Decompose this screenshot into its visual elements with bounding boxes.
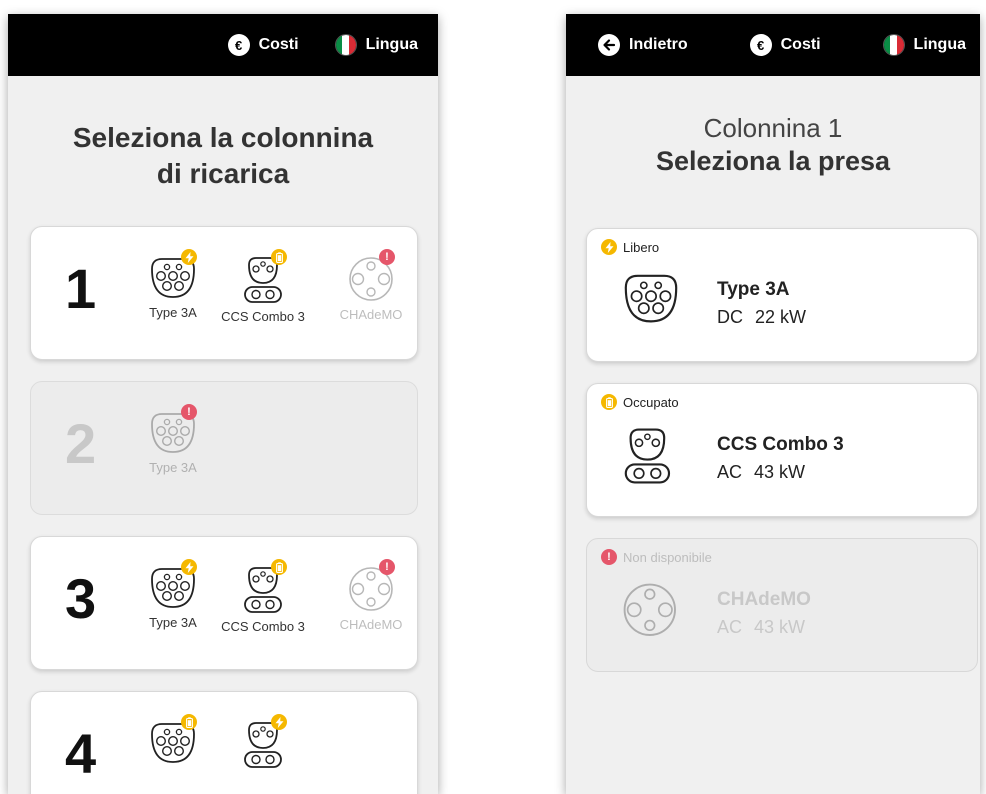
top-bar: € Costi Lingua bbox=[8, 14, 438, 76]
costs-label: Costi bbox=[780, 36, 821, 53]
language-button[interactable]: Lingua bbox=[334, 34, 418, 56]
italy-flag-icon bbox=[882, 34, 905, 56]
bolt-icon bbox=[181, 249, 197, 265]
ccs-connector-icon bbox=[624, 428, 671, 484]
connector-chademo: ! CHAdeMO bbox=[321, 559, 421, 632]
connector-type3a bbox=[123, 714, 223, 770]
connector-type3a: Type 3A bbox=[123, 249, 223, 320]
socket-status: Occupato bbox=[601, 394, 679, 410]
connector-chademo: ! CHAdeMO bbox=[321, 249, 421, 322]
column-card[interactable]: 3 Type 3A CCS Combo 3 ! CHAdeMO bbox=[30, 536, 418, 670]
arrow-left-icon bbox=[598, 34, 620, 56]
socket-status: ! Non disponibile bbox=[601, 549, 712, 565]
power-value: 22 kW bbox=[755, 307, 807, 327]
exclamation-icon: ! bbox=[181, 404, 197, 420]
column-number: 3 bbox=[65, 567, 97, 630]
language-label: Lingua bbox=[365, 36, 418, 53]
costs-button[interactable]: € Costi bbox=[227, 34, 299, 56]
select-socket-title: Seleziona la presa bbox=[655, 146, 891, 176]
socket-icon bbox=[621, 581, 679, 644]
current-type: DC bbox=[717, 307, 743, 327]
bolt-icon bbox=[181, 559, 197, 575]
column-number: 1 bbox=[65, 257, 97, 320]
column-number: 2 bbox=[65, 412, 97, 475]
connector-type3a: Type 3A bbox=[123, 559, 223, 630]
column-number: 4 bbox=[65, 722, 97, 785]
status-label: Occupato bbox=[623, 394, 679, 410]
page-title: Seleziona la colonnina di ricarica bbox=[8, 120, 438, 192]
current-type: AC bbox=[717, 617, 743, 637]
connector-ccs bbox=[213, 714, 313, 774]
column-card: 2 ! Type 3A bbox=[30, 381, 418, 515]
exclamation-icon: ! bbox=[379, 559, 395, 575]
power-value: 43 kW bbox=[754, 617, 806, 637]
connector-ccs: CCS Combo 3 bbox=[213, 559, 313, 634]
socket-name: Type 3A bbox=[717, 279, 790, 300]
type3a-connector-icon bbox=[624, 274, 678, 323]
socket-card[interactable]: Libero Type 3A DC 22 kW bbox=[586, 228, 978, 362]
power-value: 43 kW bbox=[754, 462, 806, 482]
socket-select-screen: Indietro € Costi Lingua Colonnina 1 Sele… bbox=[566, 14, 980, 794]
socket-icon bbox=[621, 426, 674, 491]
battery-icon bbox=[601, 394, 617, 410]
current-type: AC bbox=[717, 462, 743, 482]
socket-card: ! Non disponibile CHAdeMO AC 43 kW bbox=[586, 538, 978, 672]
column-card[interactable]: 1 Type 3A CCS Combo 3 ! CHAdeMO bbox=[30, 226, 418, 360]
socket-name: CHAdeMO bbox=[717, 589, 811, 610]
column-title: Colonnina 1 bbox=[703, 113, 843, 143]
chademo-connector-icon bbox=[623, 583, 676, 636]
italy-flag-icon bbox=[334, 34, 357, 56]
battery-icon bbox=[271, 559, 287, 575]
socket-spec: DC 22 kW bbox=[717, 307, 806, 328]
connector-label: Type 3A bbox=[149, 460, 197, 475]
language-button[interactable]: Lingua bbox=[882, 34, 966, 56]
euro-icon: € bbox=[749, 34, 772, 56]
costs-button[interactable]: € Costi bbox=[749, 34, 821, 56]
exclamation-icon: ! bbox=[379, 249, 395, 265]
page-title: Colonnina 1 Seleziona la presa bbox=[566, 112, 980, 178]
back-button[interactable]: Indietro bbox=[598, 34, 688, 56]
battery-icon bbox=[271, 249, 287, 265]
socket-spec: AC 43 kW bbox=[717, 462, 805, 483]
connector-label: CCS Combo 3 bbox=[221, 309, 305, 324]
top-bar: Indietro € Costi Lingua bbox=[566, 14, 980, 76]
battery-icon bbox=[181, 714, 197, 730]
title-line-2: di ricarica bbox=[156, 158, 290, 189]
bolt-icon bbox=[271, 714, 287, 730]
exclamation-icon: ! bbox=[601, 549, 617, 565]
connector-label: CCS Combo 3 bbox=[221, 619, 305, 634]
socket-card[interactable]: Occupato CCS Combo 3 AC 43 kW bbox=[586, 383, 978, 517]
socket-icon bbox=[621, 271, 681, 331]
connector-label: CHAdeMO bbox=[339, 307, 403, 322]
bolt-icon bbox=[601, 239, 617, 255]
column-card[interactable]: 4 bbox=[30, 691, 418, 794]
euro-icon: € bbox=[227, 34, 250, 56]
connector-label: CHAdeMO bbox=[339, 617, 403, 632]
connector-label: Type 3A bbox=[149, 615, 197, 630]
socket-spec: AC 43 kW bbox=[717, 617, 805, 638]
connector-label: Type 3A bbox=[149, 305, 197, 320]
connector-type3a: ! Type 3A bbox=[123, 404, 223, 475]
socket-status: Libero bbox=[601, 239, 659, 255]
costs-label: Costi bbox=[258, 36, 299, 53]
status-label: Libero bbox=[623, 239, 660, 255]
socket-name: CCS Combo 3 bbox=[717, 434, 844, 455]
title-line-1: Seleziona la colonnina bbox=[72, 122, 374, 153]
connector-ccs: CCS Combo 3 bbox=[213, 249, 313, 324]
back-label: Indietro bbox=[629, 36, 688, 53]
status-label: Non disponibile bbox=[623, 549, 712, 565]
column-select-screen: € Costi Lingua Seleziona la colonnina di… bbox=[8, 14, 438, 794]
language-label: Lingua bbox=[913, 36, 966, 53]
